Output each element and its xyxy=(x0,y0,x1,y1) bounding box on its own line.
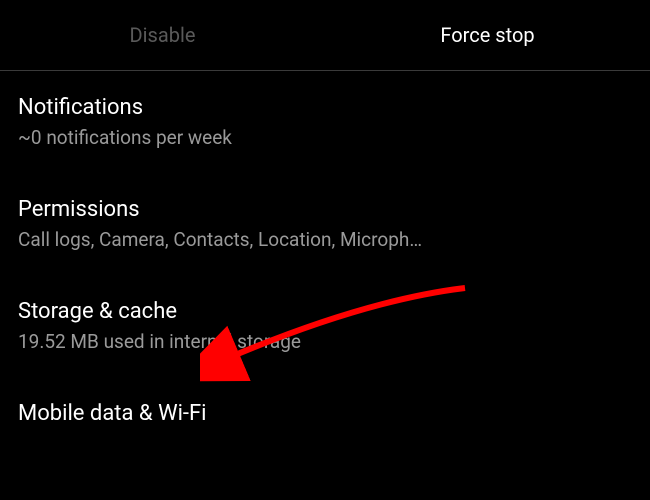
permissions-title: Permissions xyxy=(18,197,632,222)
notifications-item[interactable]: Notifications ~0 notifications per week xyxy=(18,71,632,173)
mobile-data-wifi-title: Mobile data & Wi-Fi xyxy=(18,401,632,426)
storage-cache-subtitle: 19.52 MB used in internal storage xyxy=(18,330,632,353)
top-action-buttons: Disable Force stop xyxy=(0,0,650,70)
mobile-data-wifi-item[interactable]: Mobile data & Wi-Fi xyxy=(18,377,632,456)
notifications-title: Notifications xyxy=(18,95,632,120)
settings-list: Notifications ~0 notifications per week … xyxy=(0,71,650,456)
storage-cache-title: Storage & cache xyxy=(18,299,632,324)
permissions-item[interactable]: Permissions Call logs, Camera, Contacts,… xyxy=(18,173,632,275)
notifications-subtitle: ~0 notifications per week xyxy=(18,126,632,149)
disable-button[interactable]: Disable xyxy=(0,3,325,67)
permissions-subtitle: Call logs, Camera, Contacts, Location, M… xyxy=(18,228,632,251)
force-stop-button[interactable]: Force stop xyxy=(325,3,650,67)
storage-cache-item[interactable]: Storage & cache 19.52 MB used in interna… xyxy=(18,275,632,377)
